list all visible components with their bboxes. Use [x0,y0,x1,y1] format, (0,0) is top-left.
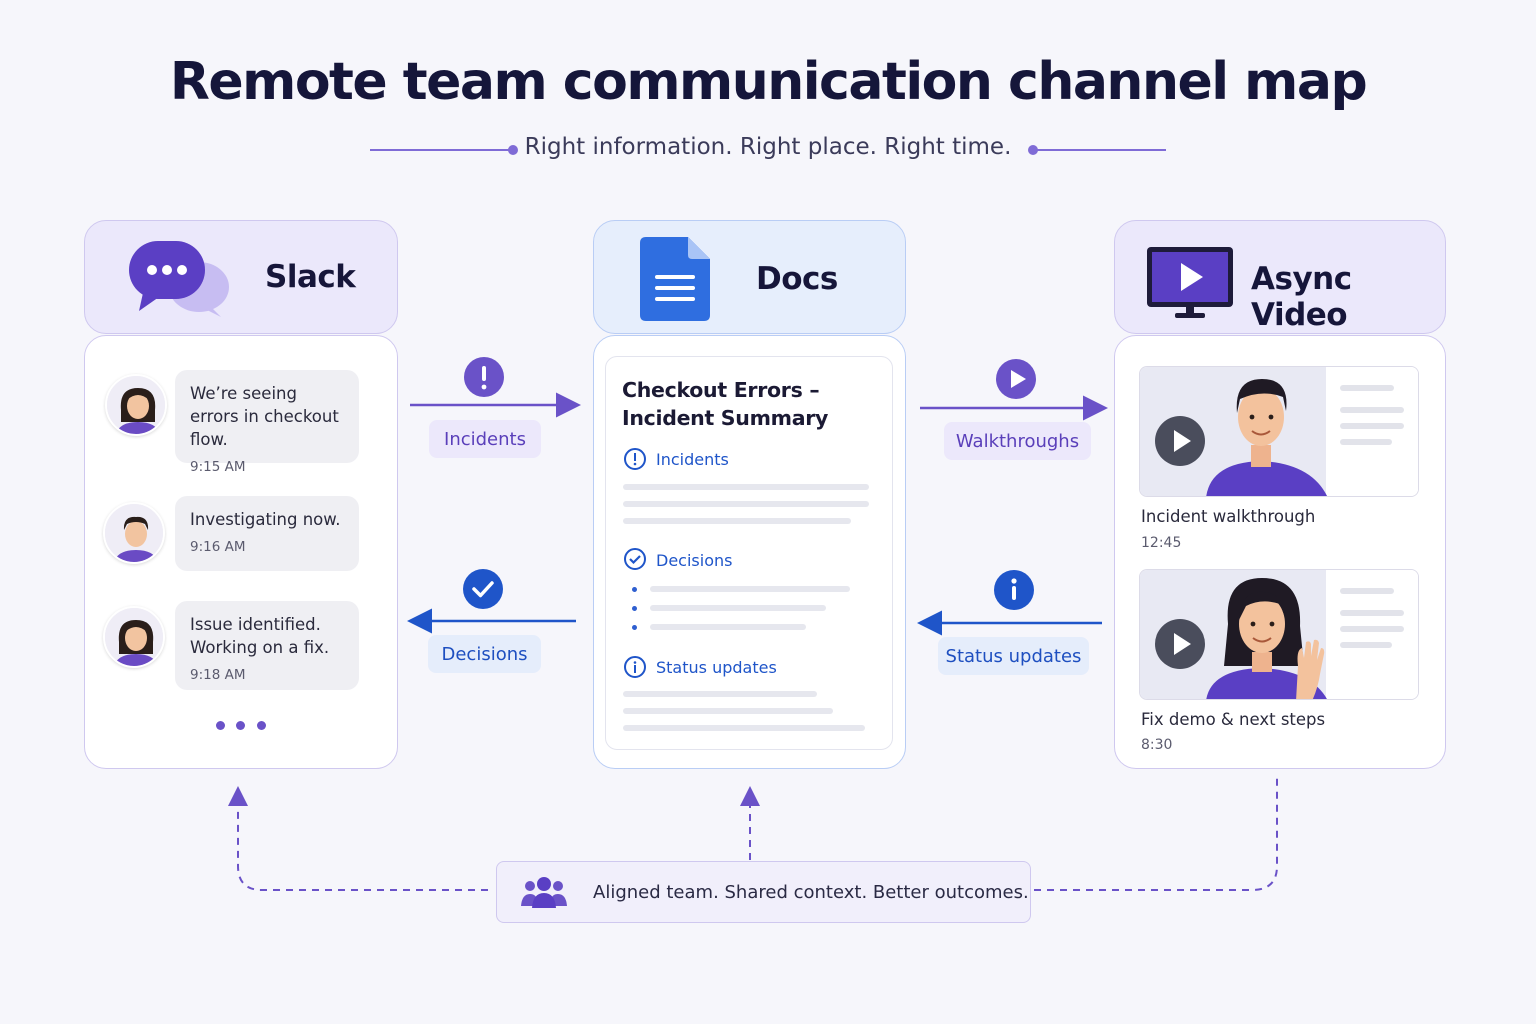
flow-label-incidents: Incidents [429,420,541,458]
checkmark-icon [462,568,504,614]
dashed-connector-slack [228,786,488,891]
alignment-banner: Aligned team. Shared context. Better out… [496,861,1031,923]
flow-label-walkthroughs: Walkthroughs [944,422,1091,460]
dashed-connector-video [1034,778,1278,891]
exclamation-icon [463,356,505,402]
info-icon [993,569,1035,615]
flow-label-decisions: Decisions [428,635,541,673]
play-icon [995,358,1037,404]
team-icon [521,876,567,914]
alignment-text: Aligned team. Shared context. Better out… [593,882,1029,903]
flow-label-status-updates: Status updates [938,637,1089,675]
